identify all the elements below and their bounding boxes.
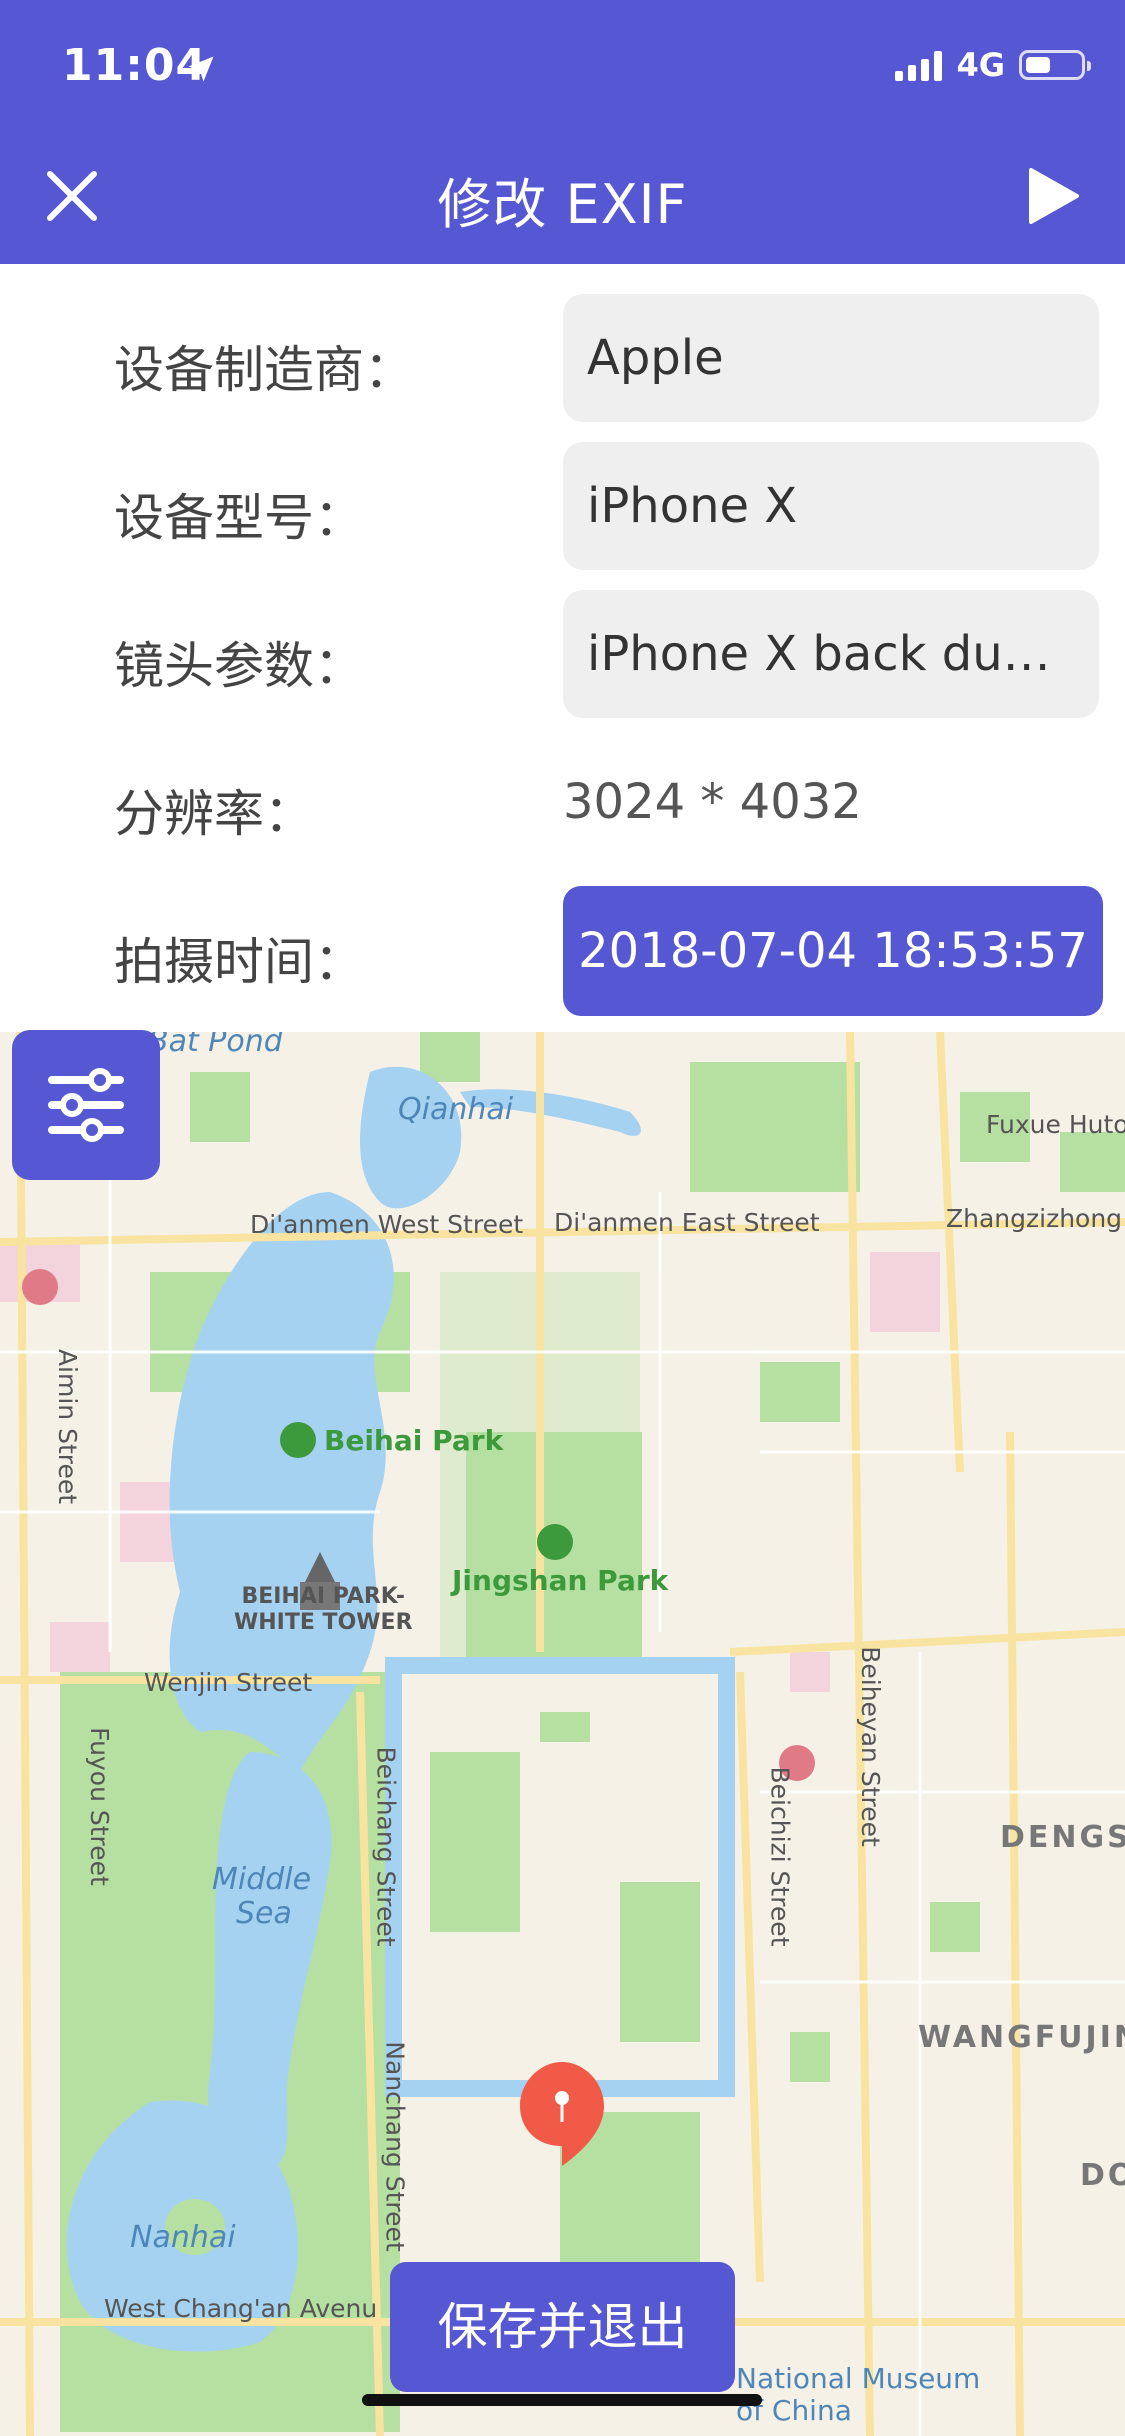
- map-label-jingshan-park: Jingshan Park: [452, 1564, 669, 1597]
- map-label-do: DO: [1080, 2158, 1125, 2193]
- row-lens: 镜头参数： iPhone X back dual camera: [0, 560, 1125, 718]
- battery-icon: [1019, 50, 1091, 80]
- map-label-qianhai: Qianhai: [398, 1092, 514, 1127]
- home-indicator: [362, 2394, 762, 2406]
- datetime-button[interactable]: 2018-07-04 18:53:57: [563, 886, 1103, 1016]
- map-label-dengs: DENGS: [1000, 1820, 1125, 1855]
- label-manufacturer: 设备制造商：: [114, 341, 414, 399]
- map-label-bat-pond: Bat Pond: [148, 1032, 283, 1059]
- manufacturer-field[interactable]: Apple: [563, 294, 1099, 422]
- row-model: 设备型号： iPhone X: [0, 412, 1125, 570]
- network-type: 4G: [956, 46, 1005, 84]
- map-label-white-tower-line-2: WHITE TOWER: [234, 1610, 413, 1635]
- map-label-dianmen-east: Di'anmen East Street: [554, 1208, 820, 1237]
- map-label-wenjin: Wenjin Street: [144, 1668, 313, 1697]
- map-label-beichizi: Beichizi Street: [765, 1766, 795, 1947]
- map-label-museum-1: National Museum: [736, 2362, 981, 2395]
- status-indicators: 4G: [895, 46, 1091, 84]
- map-label-beichang: Beichang Street: [371, 1746, 401, 1947]
- map-label-dianmen-west: Di'anmen West Street: [250, 1210, 524, 1239]
- map-label-nanhai: Nanhai: [130, 2220, 236, 2255]
- sliders-icon: [48, 1068, 124, 1142]
- map-label-beihai-park: Beihai Park: [324, 1424, 504, 1457]
- map-label-nanchang: Nanchang Street: [380, 2041, 410, 2252]
- settings-button[interactable]: [12, 1030, 160, 1180]
- map-label-fuxue: Fuxue Huto: [986, 1110, 1125, 1139]
- label-model: 设备型号：: [114, 489, 364, 547]
- save-and-exit-button[interactable]: 保存并退出: [390, 2262, 735, 2392]
- top-bar: 11:04 4G 修改 EXIF: [0, 0, 1125, 264]
- map-label-middle-sea-2: Sea: [236, 1896, 292, 1931]
- map-label-aimin: Aimin Street: [53, 1348, 83, 1505]
- map-label-white-tower-line-1: BEIHAI PARK-: [241, 1584, 406, 1609]
- map-label-beiheyan: Beiheyan Street: [855, 1646, 885, 1847]
- map-label-white-tower: BEIHAI PARK- WHITE TOWER: [234, 1584, 413, 1636]
- page-title: 修改 EXIF: [437, 173, 688, 236]
- lens-field[interactable]: iPhone X back dual camera: [563, 590, 1099, 718]
- row-datetime: 拍摄时间： 2018-07-04 18:53:57: [0, 856, 1125, 1016]
- map-label-fuyou: Fuyou Street: [84, 1727, 114, 1886]
- row-resolution: 分辨率： 3024 * 4032: [0, 708, 1125, 843]
- map-label-west-changan: West Chang'an Avenu: [104, 2294, 378, 2323]
- map-view[interactable]: Bat Pond Qianhai Fuxue Huto Di'anmen Wes…: [0, 1032, 1125, 2436]
- resolution-value: 3024 * 4032: [563, 774, 862, 830]
- play-icon[interactable]: [1025, 166, 1081, 226]
- label-resolution: 分辨率：: [114, 785, 314, 843]
- row-manufacturer: 设备制造商： Apple: [0, 264, 1125, 422]
- label-lens: 镜头参数：: [114, 637, 364, 695]
- label-datetime: 拍摄时间：: [114, 933, 364, 991]
- signal-icon: [895, 49, 943, 81]
- exif-form: 设备制造商： Apple 设备型号： iPhone X 镜头参数： iPhone…: [0, 264, 1125, 1032]
- map-label-zhangzizhong: Zhangzizhong: [946, 1204, 1123, 1233]
- map-label-wangfujing: WANGFUJIN: [918, 2020, 1125, 2055]
- location-arrow-icon: [188, 56, 214, 82]
- model-field[interactable]: iPhone X: [563, 442, 1099, 570]
- map-label-middle-sea-1: Middle: [212, 1862, 312, 1897]
